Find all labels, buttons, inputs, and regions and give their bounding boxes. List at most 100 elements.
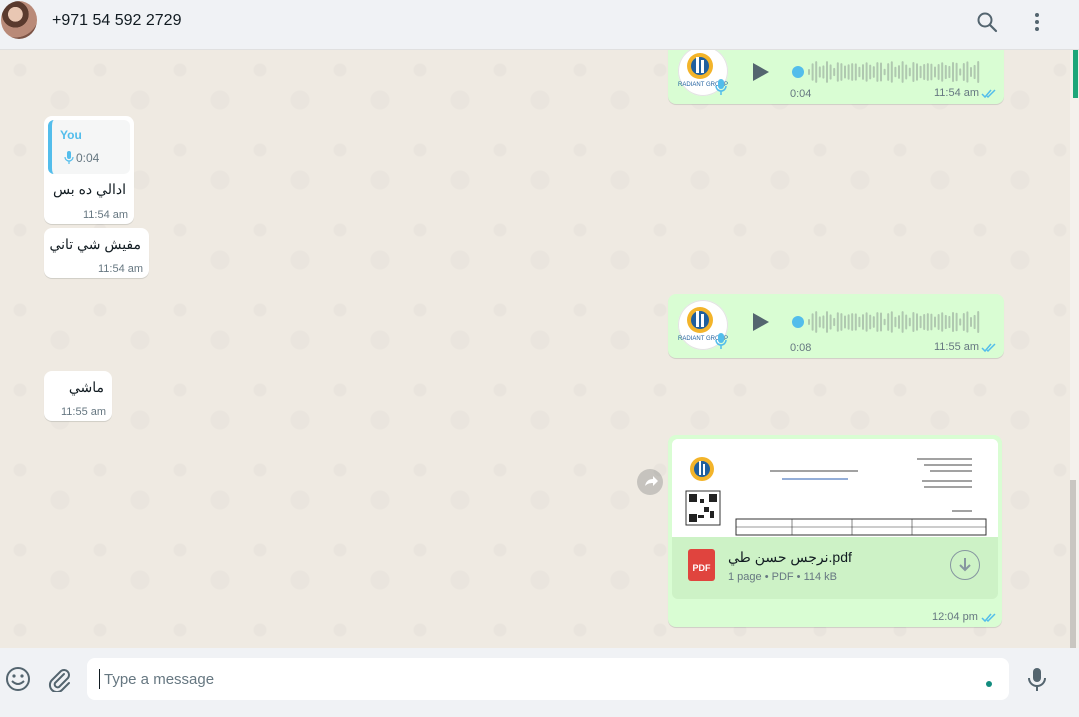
waveform-bar — [930, 63, 933, 81]
waveform-bar — [901, 61, 904, 83]
message-time: 11:55 am — [934, 341, 980, 353]
waveform-bar — [905, 314, 908, 330]
waveform-bar — [916, 63, 918, 81]
conversation-panel[interactable]: RADIANT GROUP 0:04 11:54 am You 0:04 ادا… — [0, 50, 1070, 648]
message-reply-incoming[interactable]: You 0:04 ادالي ده بس 11:54 am — [44, 116, 134, 224]
waveform-bar — [836, 62, 839, 82]
waveform-bar — [973, 314, 976, 330]
message-time: 11:55 am — [61, 406, 107, 418]
waveform-bar — [869, 314, 872, 330]
message-input[interactable] — [99, 669, 959, 689]
waveform-bar — [829, 314, 832, 330]
waveform-bar — [811, 63, 814, 81]
waveform-bar — [912, 62, 915, 82]
waveform-bar — [923, 63, 926, 81]
contact-avatar[interactable] — [1, 1, 37, 39]
waveform-bar — [811, 313, 814, 331]
waveform-bar — [865, 62, 868, 82]
document-preview[interactable] — [672, 439, 998, 537]
waveform-bar — [962, 312, 965, 332]
scroll-indicator — [1073, 50, 1078, 98]
menu-icon[interactable] — [1025, 10, 1049, 34]
mic-icon[interactable] — [1024, 666, 1050, 692]
waveform-bar — [952, 62, 954, 82]
waveform-bar — [923, 313, 926, 331]
voice-duration: 0:08 — [790, 342, 812, 354]
waveform-bar — [847, 314, 850, 330]
waveform-bar — [851, 63, 854, 81]
waveform-bars — [808, 311, 980, 333]
waveform-bar — [887, 63, 890, 81]
waveform-bar — [822, 65, 825, 79]
play-icon[interactable] — [752, 312, 770, 332]
waveform-bar — [977, 61, 980, 83]
waveform-bar — [862, 64, 864, 80]
waveform-bar — [919, 315, 922, 329]
waveform-bar — [898, 65, 900, 79]
waveform-bar — [808, 69, 810, 75]
contact-name[interactable]: +971 54 592 2729 — [52, 12, 181, 30]
message-text-incoming[interactable]: ماشي 11:55 am — [44, 371, 112, 421]
waveform-bar — [851, 313, 854, 331]
waveform-bar — [826, 311, 828, 333]
waveform-bar — [948, 65, 951, 79]
waveform-bar — [952, 312, 954, 332]
waveform-bar — [808, 319, 810, 325]
emoji-icon[interactable] — [5, 666, 31, 692]
waveform-bar — [926, 313, 929, 331]
waveform-bar — [854, 63, 857, 81]
message-document-outgoing[interactable]: PDF نرجس حسن طي.pdf 1 page • PDF • 114 k… — [668, 435, 1002, 627]
pdf-icon: PDF — [688, 549, 715, 581]
forward-button[interactable] — [637, 469, 663, 495]
waveform-bar — [865, 312, 868, 332]
waveform-bar — [908, 317, 911, 327]
message-time: 11:54 am — [98, 263, 144, 275]
waveform-bar — [862, 314, 864, 330]
voice-waveform[interactable] — [792, 58, 982, 86]
waveform-bar — [970, 316, 972, 328]
voice-waveform[interactable] — [792, 308, 982, 336]
waveform-bar — [876, 62, 879, 82]
quoted-message[interactable]: You 0:04 — [48, 120, 130, 174]
waveform-bar — [840, 63, 843, 81]
waveform-bar — [854, 313, 857, 331]
message-composer[interactable] — [87, 658, 1009, 700]
waveform-bar — [937, 314, 940, 330]
waveform-bar — [890, 311, 893, 333]
document-card[interactable]: PDF نرجس حسن طي.pdf 1 page • PDF • 114 k… — [672, 537, 998, 599]
waveform-bar — [883, 318, 886, 326]
waveform-bar — [948, 315, 951, 329]
document-name: نرجس حسن طي.pdf — [728, 549, 852, 565]
waveform-bar — [872, 316, 875, 328]
waveform-bar — [822, 315, 825, 329]
message-voice-outgoing[interactable]: RADIANT GROUP 0:08 11:55 am — [668, 294, 1004, 358]
waveform-bar — [919, 65, 922, 79]
waveform-bar — [880, 62, 882, 82]
message-time: 12:04 pm — [932, 611, 978, 623]
download-button[interactable] — [950, 550, 980, 580]
waveform-bar — [966, 311, 969, 333]
message-voice-outgoing[interactable]: RADIANT GROUP 0:04 11:54 am — [668, 50, 1004, 104]
message-time: 11:54 am — [934, 87, 980, 99]
play-icon[interactable] — [752, 62, 770, 82]
waveform-bar — [905, 64, 908, 80]
waveform-bar — [844, 315, 846, 329]
mic-small-icon — [715, 333, 727, 349]
message-text-incoming[interactable]: مفيش شي تاني 11:54 am — [44, 228, 149, 278]
scrollbar-thumb[interactable] — [1070, 480, 1076, 648]
waveform-bar — [887, 313, 890, 331]
waveform-bar — [970, 66, 972, 78]
forward-icon — [645, 476, 658, 486]
waveform-bar — [901, 311, 904, 333]
waveform-bar — [955, 312, 958, 332]
waveform-bar — [955, 62, 958, 82]
waveform-bar — [944, 314, 947, 330]
waveform-bar — [959, 318, 962, 326]
mic-small-icon — [64, 151, 74, 164]
waveform-bar — [840, 313, 843, 331]
waveform-bar — [876, 312, 879, 332]
waveform-bar — [890, 61, 893, 83]
waveform-bar — [880, 312, 882, 332]
search-icon[interactable] — [975, 10, 999, 34]
attach-icon[interactable] — [46, 666, 72, 692]
